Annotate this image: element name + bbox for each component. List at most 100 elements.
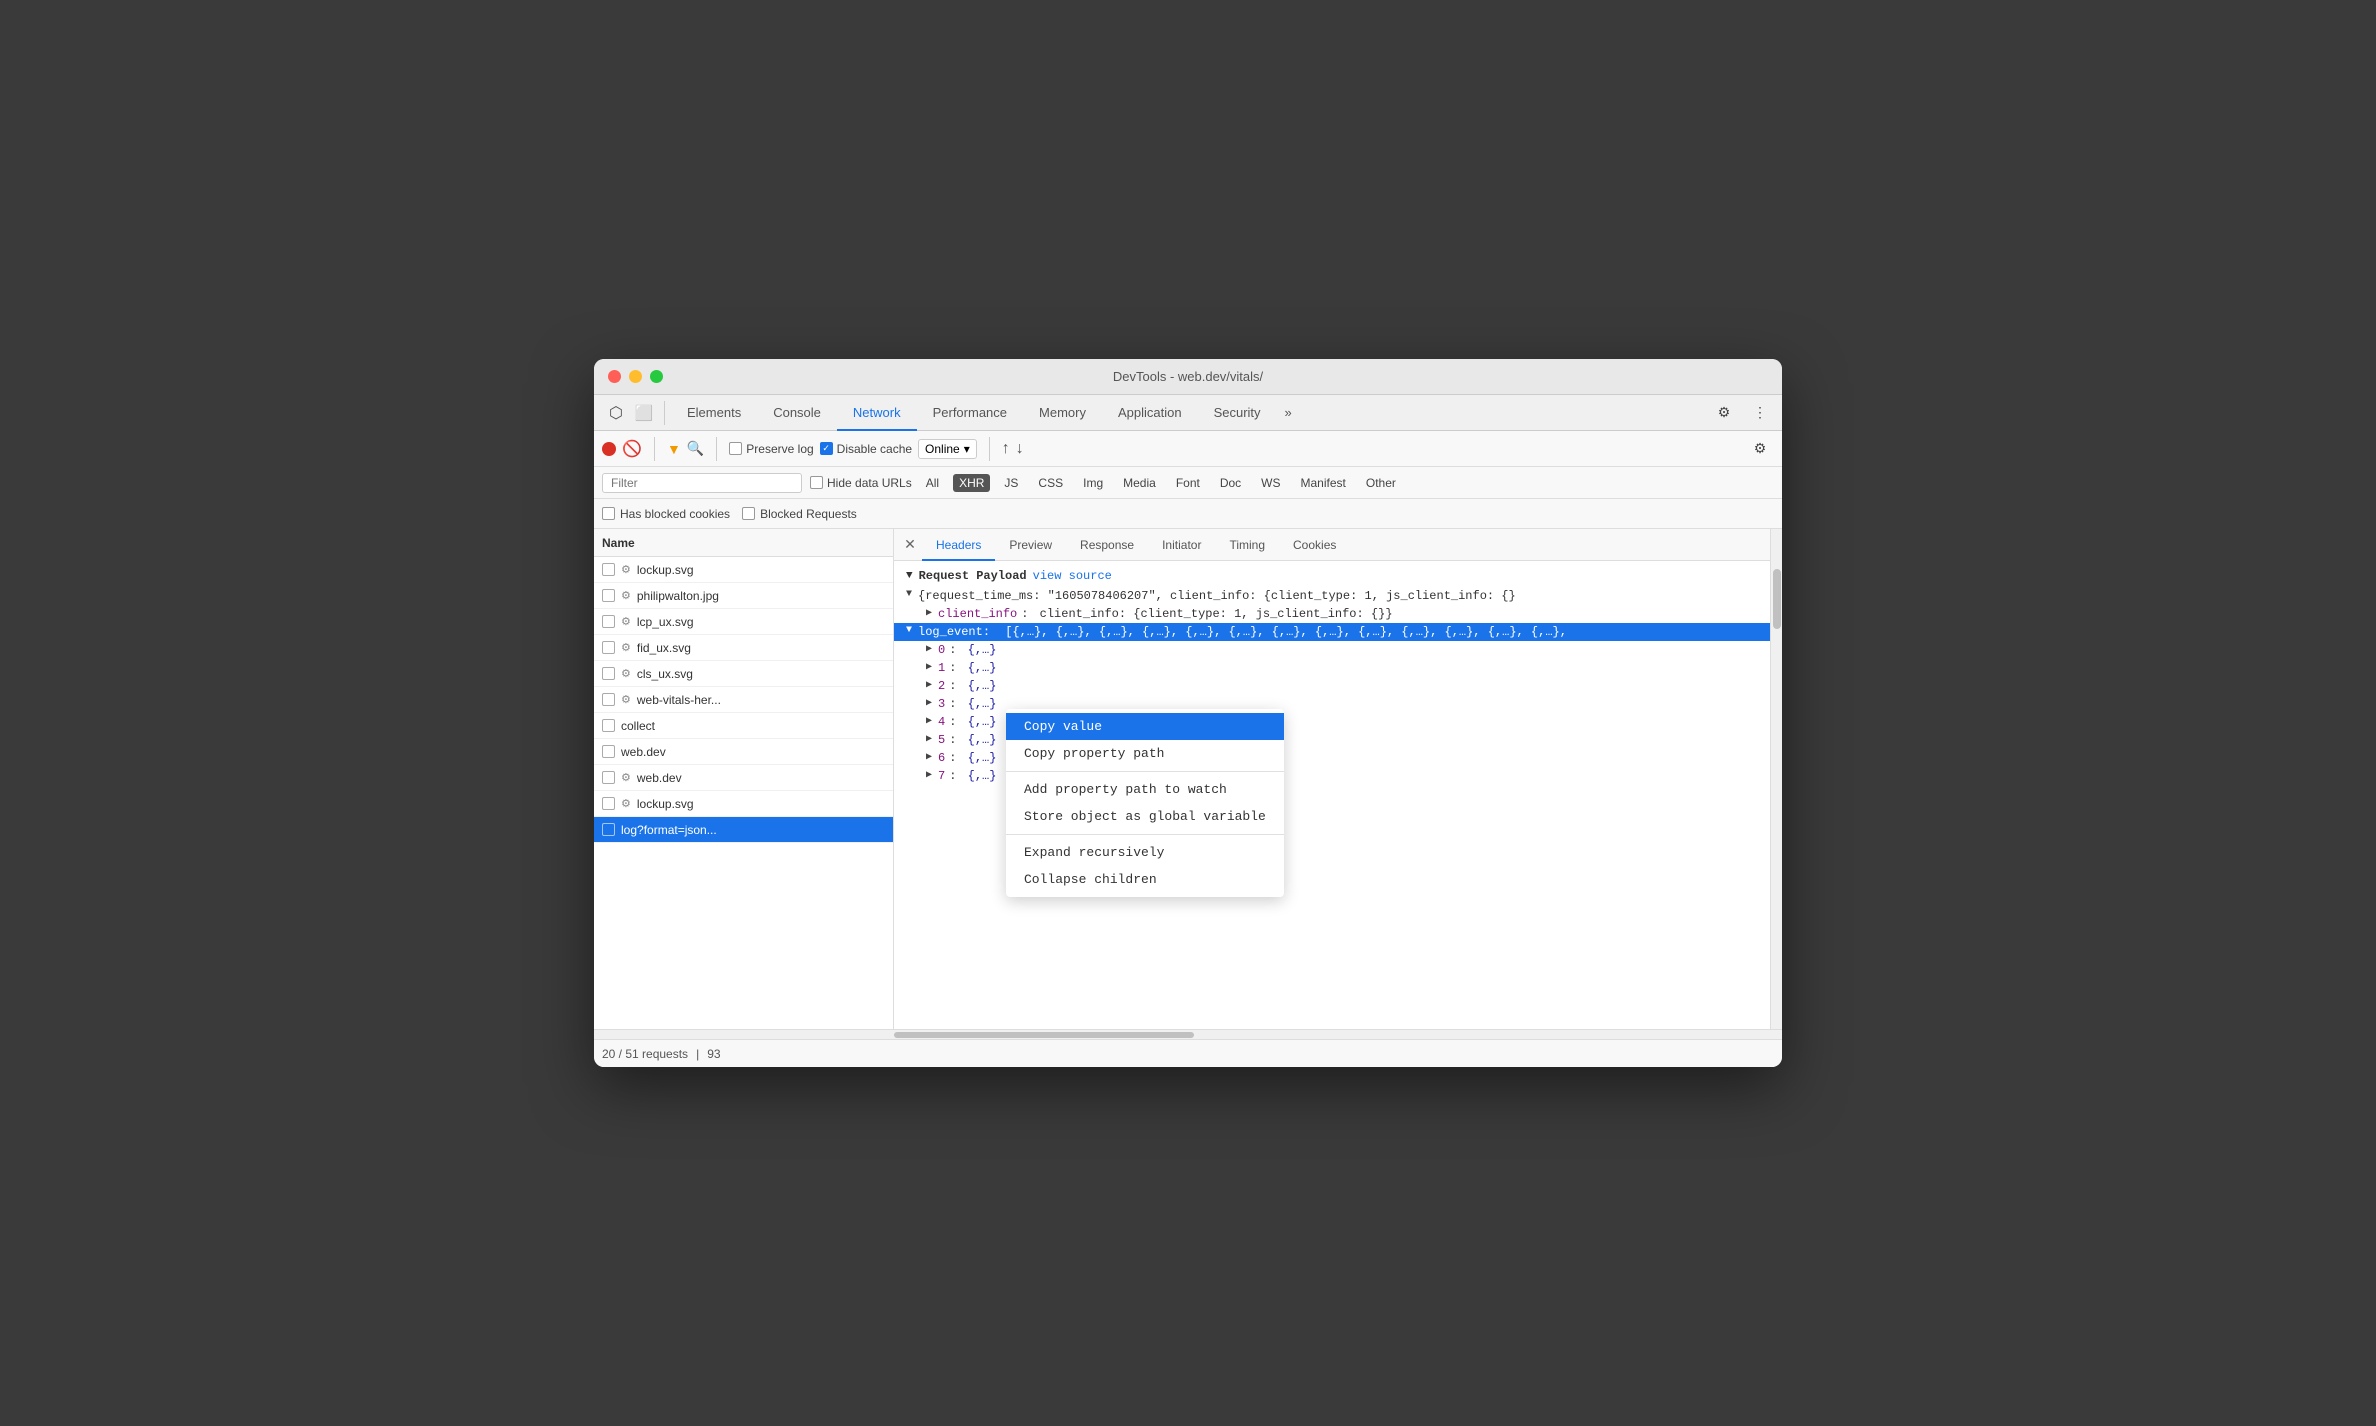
scrollbar-area[interactable] bbox=[1770, 529, 1782, 1029]
disable-cache-item[interactable]: Disable cache bbox=[820, 442, 912, 456]
filter-doc[interactable]: Doc bbox=[1214, 474, 1247, 492]
json-log-triangle[interactable]: ▼ bbox=[906, 625, 912, 636]
file-checkbox-8[interactable] bbox=[602, 771, 615, 784]
download-icon[interactable]: ↓ bbox=[1016, 440, 1024, 458]
tab-console[interactable]: Console bbox=[757, 395, 837, 431]
detail-tab-response[interactable]: Response bbox=[1066, 529, 1148, 561]
file-checkbox-10[interactable] bbox=[602, 823, 615, 836]
filter-other[interactable]: Other bbox=[1360, 474, 1402, 492]
filter-js[interactable]: JS bbox=[998, 474, 1024, 492]
h-scrollbar-thumb[interactable] bbox=[894, 1032, 1194, 1038]
filter-input[interactable] bbox=[602, 473, 802, 493]
record-button[interactable] bbox=[602, 442, 616, 456]
json-client-triangle[interactable]: ▶ bbox=[926, 607, 932, 619]
settings-icon[interactable]: ⚙ bbox=[1710, 399, 1738, 427]
ctx-copy-value[interactable]: Copy value bbox=[1006, 713, 1284, 740]
file-item-5[interactable]: ⚙ web-vitals-her... bbox=[594, 687, 893, 713]
ctx-store-global[interactable]: Store object as global variable bbox=[1006, 803, 1284, 830]
detail-tab-headers[interactable]: Headers bbox=[922, 529, 995, 561]
json-root-triangle[interactable]: ▼ bbox=[906, 589, 912, 600]
view-source-link[interactable]: view source bbox=[1033, 569, 1112, 583]
json-line-log-event[interactable]: ▼ log_event: [{,…}, {,…}, {,…}, {,…}, {,… bbox=[894, 623, 1770, 641]
close-button[interactable] bbox=[608, 370, 621, 383]
detail-tab-preview[interactable]: Preview bbox=[995, 529, 1066, 561]
online-select[interactable]: Online ▾ bbox=[918, 439, 977, 459]
scrollbar-thumb[interactable] bbox=[1773, 569, 1781, 629]
search-icon[interactable]: 🔍 bbox=[687, 440, 704, 457]
file-item-2[interactable]: ⚙ lcp_ux.svg bbox=[594, 609, 893, 635]
filter-icon[interactable]: ▼ bbox=[667, 441, 681, 457]
tab-application[interactable]: Application bbox=[1102, 395, 1198, 431]
network-settings-icon[interactable]: ⚙ bbox=[1746, 435, 1774, 463]
ctx-add-watch[interactable]: Add property path to watch bbox=[1006, 776, 1284, 803]
inspect-icon[interactable]: ⬜ bbox=[630, 399, 658, 427]
json-6-triangle[interactable]: ▶ bbox=[926, 751, 932, 763]
blocked-requests-checkbox[interactable] bbox=[742, 507, 755, 520]
file-checkbox-3[interactable] bbox=[602, 641, 615, 654]
disable-cache-checkbox[interactable] bbox=[820, 442, 833, 455]
detail-tab-cookies[interactable]: Cookies bbox=[1279, 529, 1350, 561]
preserve-log-item[interactable]: Preserve log bbox=[729, 442, 813, 456]
file-item-8[interactable]: ⚙ web.dev bbox=[594, 765, 893, 791]
filter-all[interactable]: All bbox=[920, 474, 945, 492]
json-2-triangle[interactable]: ▶ bbox=[926, 679, 932, 691]
file-checkbox-2[interactable] bbox=[602, 615, 615, 628]
json-5-triangle[interactable]: ▶ bbox=[926, 733, 932, 745]
file-checkbox-4[interactable] bbox=[602, 667, 615, 680]
menu-icon[interactable]: ⋮ bbox=[1746, 399, 1774, 427]
checkbox-bar: Has blocked cookies Blocked Requests bbox=[594, 499, 1782, 529]
file-checkbox-7[interactable] bbox=[602, 745, 615, 758]
filter-media[interactable]: Media bbox=[1117, 474, 1162, 492]
maximize-button[interactable] bbox=[650, 370, 663, 383]
filter-css[interactable]: CSS bbox=[1032, 474, 1069, 492]
file-item-3[interactable]: ⚙ fid_ux.svg bbox=[594, 635, 893, 661]
filter-xhr[interactable]: XHR bbox=[953, 474, 990, 492]
filter-img[interactable]: Img bbox=[1077, 474, 1109, 492]
minimize-button[interactable] bbox=[629, 370, 642, 383]
tab-security[interactable]: Security bbox=[1198, 395, 1277, 431]
upload-icon[interactable]: ↑ bbox=[1002, 440, 1010, 458]
file-item-1[interactable]: ⚙ philipwalton.jpg bbox=[594, 583, 893, 609]
has-blocked-cookies-item[interactable]: Has blocked cookies bbox=[602, 507, 730, 521]
hide-urls-checkbox[interactable] bbox=[810, 476, 823, 489]
ctx-copy-path[interactable]: Copy property path bbox=[1006, 740, 1284, 767]
tab-performance[interactable]: Performance bbox=[917, 395, 1023, 431]
json-7-val: {,…} bbox=[968, 769, 997, 783]
filter-ws[interactable]: WS bbox=[1255, 474, 1286, 492]
ctx-collapse[interactable]: Collapse children bbox=[1006, 866, 1284, 893]
ctx-expand[interactable]: Expand recursively bbox=[1006, 839, 1284, 866]
detail-tab-timing[interactable]: Timing bbox=[1215, 529, 1279, 561]
tab-elements[interactable]: Elements bbox=[671, 395, 757, 431]
file-checkbox-6[interactable] bbox=[602, 719, 615, 732]
json-4-triangle[interactable]: ▶ bbox=[926, 715, 932, 727]
filter-font[interactable]: Font bbox=[1170, 474, 1206, 492]
tab-memory[interactable]: Memory bbox=[1023, 395, 1102, 431]
blocked-requests-item[interactable]: Blocked Requests bbox=[742, 507, 857, 521]
json-1-triangle[interactable]: ▶ bbox=[926, 661, 932, 673]
file-item-7[interactable]: web.dev bbox=[594, 739, 893, 765]
h-scrollbar[interactable] bbox=[594, 1029, 1782, 1039]
json-7-triangle[interactable]: ▶ bbox=[926, 769, 932, 781]
file-item-10[interactable]: log?format=json... bbox=[594, 817, 893, 843]
file-checkbox-0[interactable] bbox=[602, 563, 615, 576]
json-0-triangle[interactable]: ▶ bbox=[926, 643, 932, 655]
detail-tab-initiator[interactable]: Initiator bbox=[1148, 529, 1215, 561]
file-item-9[interactable]: ⚙ lockup.svg bbox=[594, 791, 893, 817]
has-blocked-cookies-checkbox[interactable] bbox=[602, 507, 615, 520]
cursor-icon[interactable]: ⬡ bbox=[602, 399, 630, 427]
detail-close-button[interactable]: ✕ bbox=[898, 533, 922, 557]
file-checkbox-9[interactable] bbox=[602, 797, 615, 810]
file-checkbox-5[interactable] bbox=[602, 693, 615, 706]
file-checkbox-1[interactable] bbox=[602, 589, 615, 602]
section-triangle[interactable]: ▼ bbox=[906, 570, 913, 582]
filter-manifest[interactable]: Manifest bbox=[1295, 474, 1352, 492]
file-item-0[interactable]: ⚙ lockup.svg bbox=[594, 557, 893, 583]
json-3-triangle[interactable]: ▶ bbox=[926, 697, 932, 709]
tab-network[interactable]: Network bbox=[837, 395, 917, 431]
hide-data-urls-item[interactable]: Hide data URLs bbox=[810, 476, 912, 490]
file-item-4[interactable]: ⚙ cls_ux.svg bbox=[594, 661, 893, 687]
stop-button[interactable]: 🚫 bbox=[622, 439, 642, 459]
file-item-6[interactable]: collect bbox=[594, 713, 893, 739]
tab-more[interactable]: » bbox=[1277, 405, 1300, 420]
preserve-log-checkbox[interactable] bbox=[729, 442, 742, 455]
